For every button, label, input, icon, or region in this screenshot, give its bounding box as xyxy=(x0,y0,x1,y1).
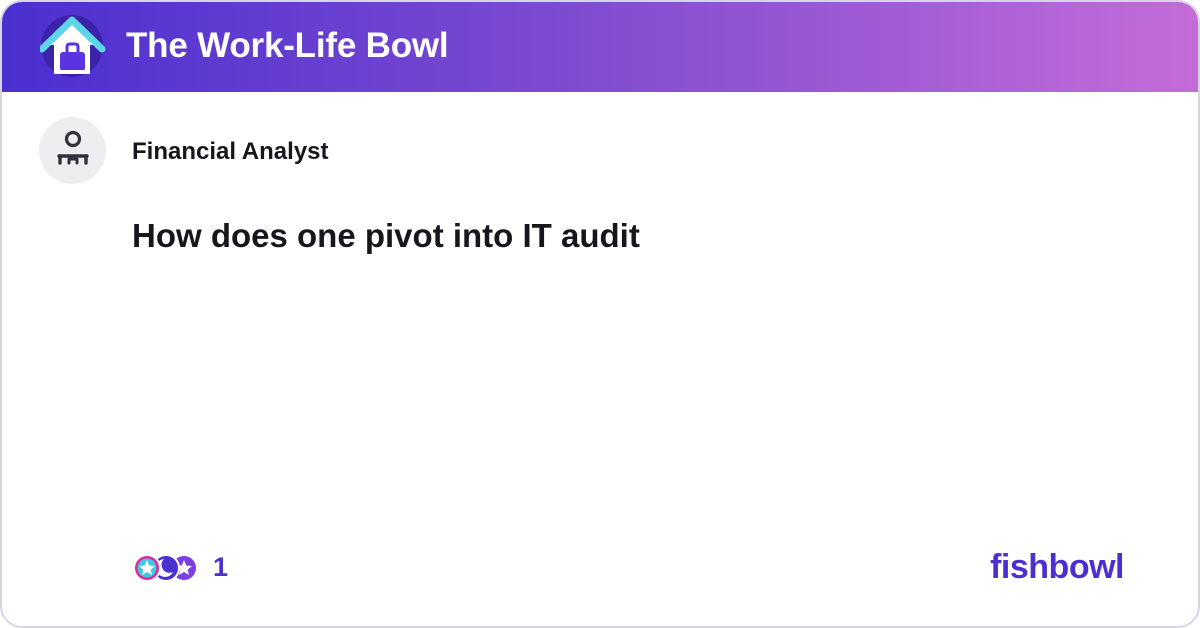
fishbowl-logo[interactable]: fishbowl xyxy=(990,547,1124,587)
post-title[interactable]: How does one pivot into IT audit xyxy=(132,216,640,256)
post-card[interactable]: The Work-Life Bowl Financial Analyst How… xyxy=(0,0,1200,628)
house-briefcase-icon xyxy=(40,15,106,77)
bowl-title[interactable]: The Work-Life Bowl xyxy=(126,24,449,68)
author-name[interactable]: Financial Analyst xyxy=(132,138,329,166)
reaction-count[interactable]: 1 xyxy=(213,550,228,584)
reactions-group[interactable] xyxy=(132,553,200,583)
star-reaction-icon xyxy=(133,554,161,582)
user-icon xyxy=(57,130,89,165)
bowl-header[interactable]: The Work-Life Bowl xyxy=(2,2,1198,92)
avatar[interactable] xyxy=(39,117,106,184)
